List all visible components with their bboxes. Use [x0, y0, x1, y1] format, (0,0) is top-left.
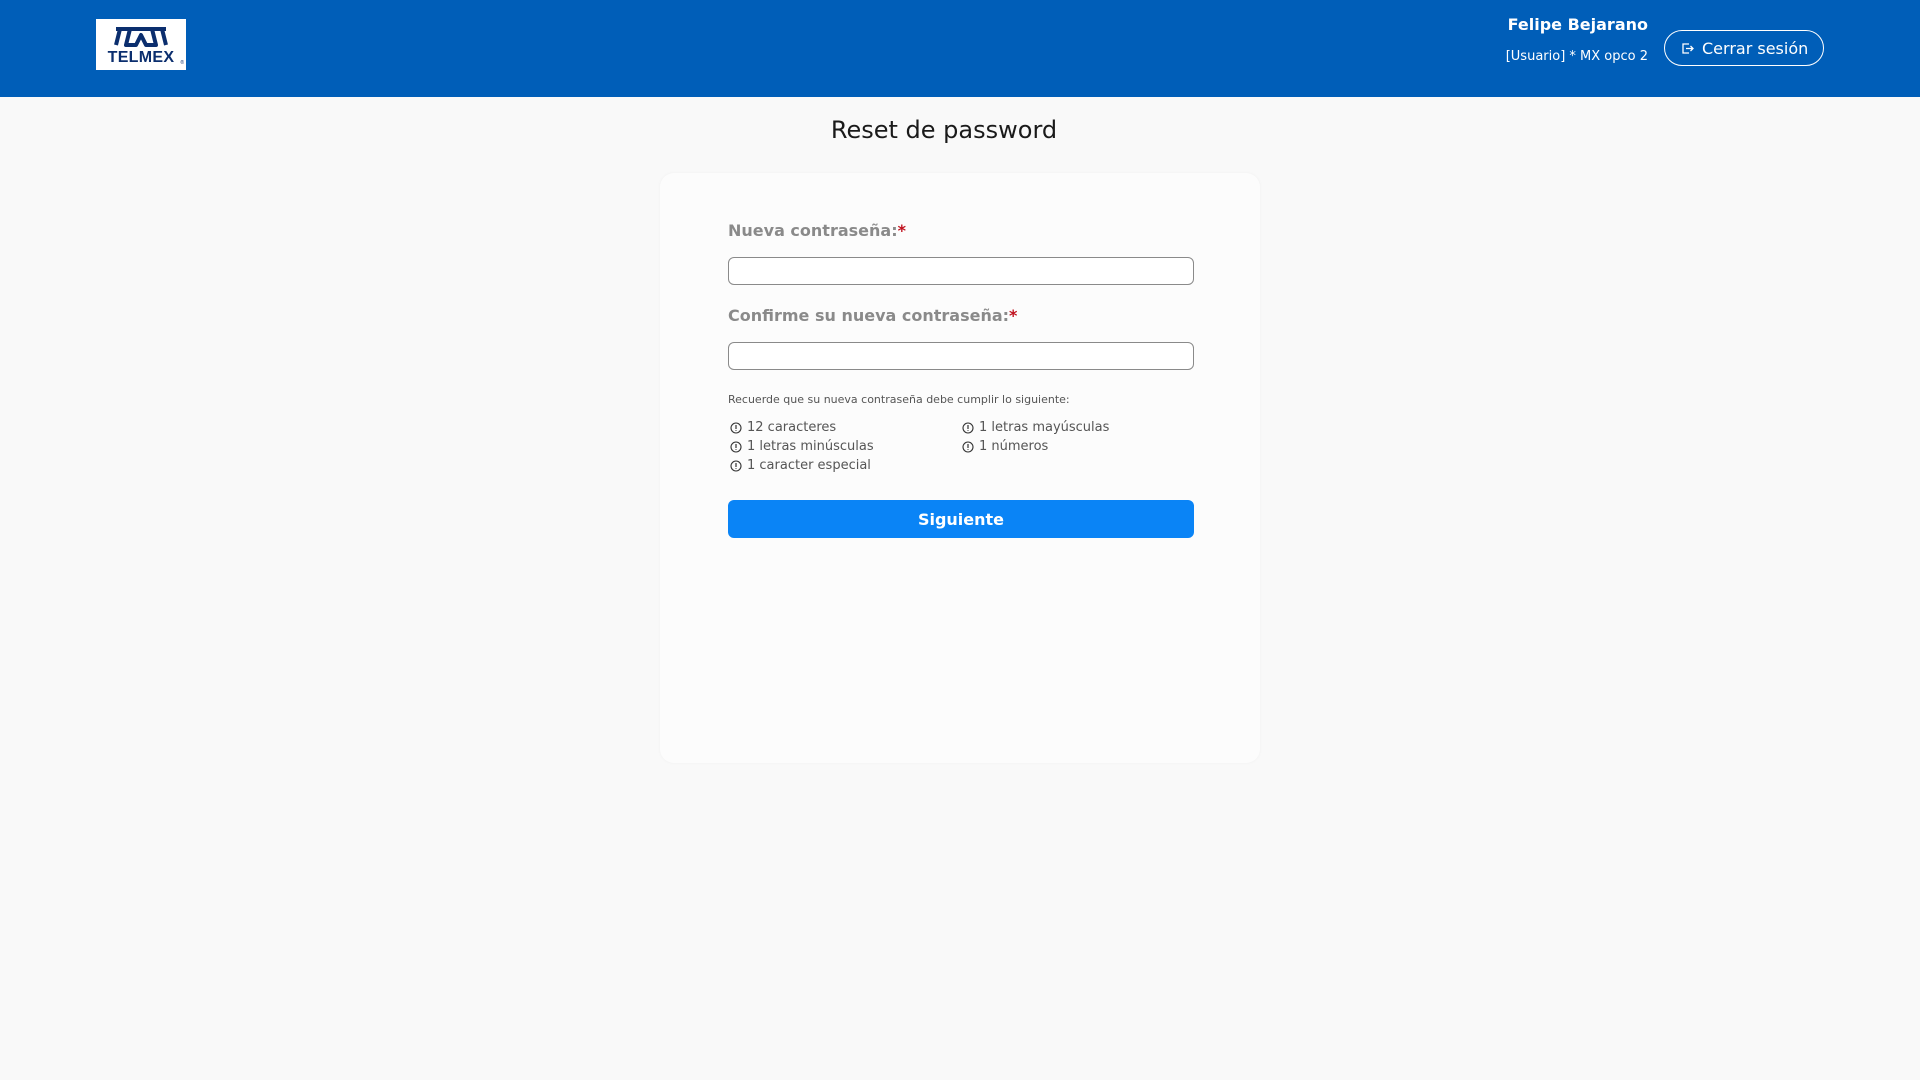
confirm-password-label: Confirme su nueva contraseña:* — [728, 306, 1017, 325]
new-password-label-text: Nueva contraseña: — [728, 221, 898, 240]
info-circle-icon — [730, 440, 742, 453]
telmex-emblem-icon — [114, 27, 168, 47]
rule-item: 1 letras minúsculas — [730, 439, 874, 454]
rule-text: 1 caracter especial — [747, 458, 871, 473]
rule-text: 12 caracteres — [747, 420, 837, 435]
rule-item: 1 letras mayúsculas — [962, 420, 1109, 435]
user-role: [Usuario] * MX opco 2 — [1505, 49, 1648, 64]
telmex-logo[interactable]: TELMEX ® — [96, 19, 186, 70]
logo-text: TELMEX — [107, 49, 175, 66]
confirm-password-label-text: Confirme su nueva contraseña: — [728, 306, 1010, 325]
password-hint: Recuerde que su nueva contraseña debe cu… — [728, 393, 1070, 406]
rule-item: 1 números — [962, 439, 1048, 454]
info-circle-icon — [962, 440, 974, 453]
rule-item: 12 caracteres — [730, 420, 836, 435]
required-mark: * — [1009, 306, 1018, 325]
user-name: Felipe Bejarano — [1507, 15, 1648, 34]
confirm-password-input[interactable] — [728, 342, 1194, 370]
info-circle-icon — [962, 421, 974, 434]
logout-label: Cerrar sesión — [1702, 38, 1809, 58]
new-password-input[interactable] — [728, 257, 1194, 285]
logout-icon — [1682, 42, 1694, 54]
logo-registered-mark: ® — [180, 60, 184, 66]
rule-text: 1 números — [979, 439, 1049, 454]
rule-item: 1 caracter especial — [730, 458, 871, 473]
rule-text: 1 letras mayúsculas — [979, 420, 1110, 435]
next-button[interactable]: Siguiente — [728, 500, 1194, 538]
new-password-label: Nueva contraseña:* — [728, 221, 906, 240]
page-title: Reset de password — [830, 116, 1058, 144]
reset-password-card: Nueva contraseña:* Confirme su nueva con… — [660, 173, 1260, 763]
header-bar: TELMEX ® Felipe Bejarano [Usuario] * MX … — [0, 0, 1920, 97]
rule-text: 1 letras minúsculas — [747, 439, 874, 454]
required-mark: * — [897, 221, 906, 240]
info-circle-icon — [730, 459, 742, 472]
info-circle-icon — [730, 421, 742, 434]
logout-button[interactable]: Cerrar sesión — [1664, 30, 1824, 66]
